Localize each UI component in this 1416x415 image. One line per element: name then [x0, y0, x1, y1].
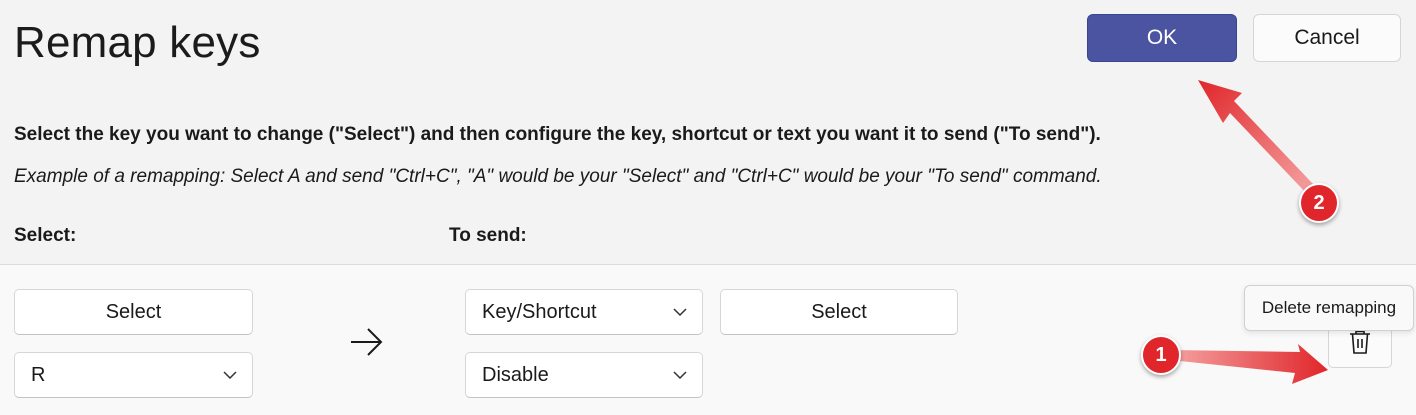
example-text: Example of a remapping: Select A and sen… — [14, 166, 1102, 187]
send-select-button[interactable]: Select — [720, 289, 958, 335]
right-arrow-icon — [350, 327, 384, 357]
select-key-dropdown[interactable]: R — [14, 352, 253, 398]
send-key-dropdown[interactable]: Disable — [465, 352, 703, 398]
select-key-dropdown-value: R — [31, 363, 46, 386]
select-column-label: Select: — [14, 225, 77, 246]
cancel-button[interactable]: Cancel — [1253, 14, 1401, 62]
ok-button[interactable]: OK — [1087, 14, 1237, 62]
send-type-dropdown[interactable]: Key/Shortcut — [465, 289, 703, 335]
select-key-button-label: Select — [105, 300, 162, 323]
annotation-badge-2: 2 — [1299, 183, 1339, 223]
chevron-down-icon — [208, 371, 252, 379]
send-key-dropdown-value: Disable — [482, 363, 549, 386]
trash-icon — [1348, 329, 1372, 360]
select-key-button[interactable]: Select — [14, 289, 253, 335]
annotation-arrow-1 — [1170, 344, 1328, 384]
chevron-down-icon — [658, 308, 702, 316]
instruction-text: Select the key you want to change ("Sele… — [14, 124, 1101, 145]
chevron-down-icon — [658, 371, 702, 379]
send-type-dropdown-value: Key/Shortcut — [482, 300, 597, 323]
annotation-badge-1: 1 — [1141, 335, 1181, 375]
send-column-label: To send: — [449, 225, 527, 246]
delete-remapping-tooltip: Delete remapping — [1244, 285, 1414, 331]
send-select-button-label: Select — [811, 300, 867, 323]
dialog-title: Remap keys — [14, 18, 261, 67]
